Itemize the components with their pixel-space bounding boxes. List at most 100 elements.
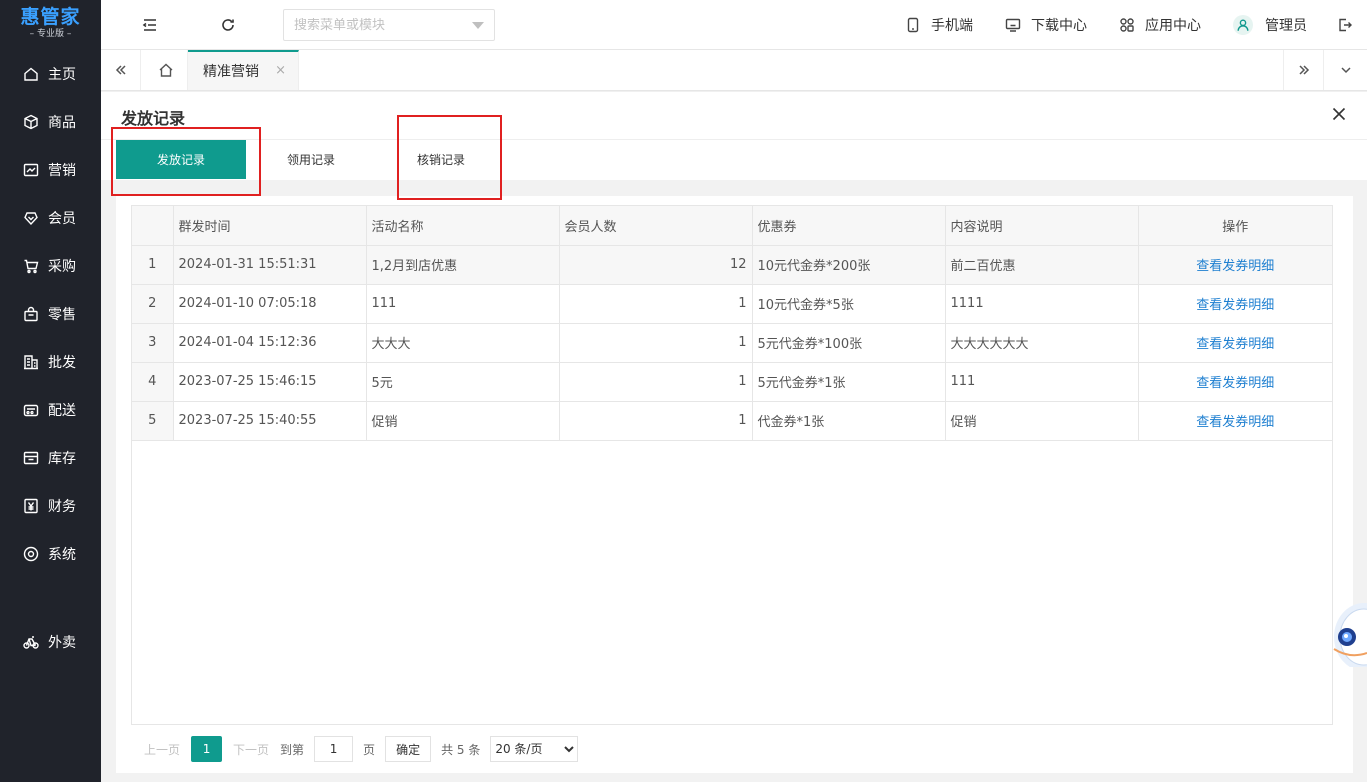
row-index: 2 xyxy=(132,284,174,324)
logo: 惠管家 – 专业版 – xyxy=(0,0,101,50)
total-count: 共 5 条 xyxy=(441,742,481,757)
row-index: 1 xyxy=(132,245,174,285)
row-action-cell: 查看发券明细 xyxy=(1138,362,1332,402)
row-activity: 大大大 xyxy=(366,323,560,363)
tab-close-icon[interactable]: × xyxy=(275,63,286,78)
row-index: 5 xyxy=(132,401,174,441)
issue-records-panel: 发放记录 发放记录 领用记录 核销记录 群发时间 活动名称 会员人数 优惠券 内… xyxy=(101,92,1367,782)
truck-icon xyxy=(23,402,39,418)
current-page[interactable]: 1 xyxy=(191,736,223,762)
sidebar-item-member[interactable]: 会员 xyxy=(0,194,101,242)
page-unit-label: 页 xyxy=(363,742,376,757)
phone-icon xyxy=(907,17,919,33)
sidebar-item-label: 主页 xyxy=(48,67,76,83)
tab-home[interactable] xyxy=(144,50,188,90)
menu-search[interactable] xyxy=(283,9,495,41)
menu-toggle-button[interactable] xyxy=(140,15,160,35)
tab-precision-marketing[interactable]: 精准营销 × xyxy=(188,50,299,90)
apps-grid-icon xyxy=(1120,18,1134,32)
row-action-cell: 查看发券明细 xyxy=(1138,284,1332,324)
sidebar-item-home[interactable]: 主页 xyxy=(0,50,101,98)
row-activity: 5元 xyxy=(366,362,560,402)
edition-label: – 专业版 – xyxy=(29,29,72,39)
row-description: 前二百优惠 xyxy=(945,245,1139,285)
double-chevron-right-icon xyxy=(1298,65,1309,75)
avatar xyxy=(1233,15,1253,35)
sidebar-item-system[interactable]: 系统 xyxy=(0,530,101,578)
page-number-input[interactable] xyxy=(314,736,354,762)
panel-header: 发放记录 xyxy=(101,92,1367,140)
user-menu[interactable]: 管理员 xyxy=(1233,15,1307,35)
chevron-down-icon[interactable] xyxy=(472,22,484,29)
tab-bar: 精准营销 × xyxy=(101,50,1367,91)
mobile-link[interactable]: 手机端 xyxy=(905,15,973,35)
settings-icon xyxy=(23,546,39,562)
table-row: 3 2024-01-04 15:12:36 大大大 1 5元代金券*100张 大… xyxy=(132,323,1332,363)
logo-text: 惠管家 xyxy=(20,6,81,28)
sidebar-item-delivery[interactable]: 配送 xyxy=(0,386,101,434)
menu-fold-icon xyxy=(142,19,156,31)
sidebar-spacer xyxy=(0,578,101,618)
home-icon xyxy=(159,63,172,77)
row-time: 2023-07-25 15:40:55 xyxy=(173,401,367,441)
confirm-page-button[interactable]: 确定 xyxy=(385,736,432,762)
refresh-button[interactable] xyxy=(218,15,238,35)
page-size-select[interactable]: 20 条/页 xyxy=(490,736,579,762)
next-page-button[interactable]: 下一页 xyxy=(233,741,269,758)
row-member-count: 1 xyxy=(559,284,753,324)
table-row: 5 2023-07-25 15:40:55 促销 1 代金券*1张 促销 查看发… xyxy=(132,401,1332,441)
row-coupon: 代金券*1张 xyxy=(752,401,946,441)
column-header-coupon: 优惠券 xyxy=(752,206,946,246)
view-issue-detail-link[interactable]: 查看发券明细 xyxy=(1196,259,1274,274)
row-index: 4 xyxy=(132,362,174,402)
pagination: 上一页 1 下一页 到第 页 确定 共 5 条 20 条/页 xyxy=(131,725,1333,773)
row-action-cell: 查看发券明细 xyxy=(1138,245,1332,285)
sidebar-item-takeout[interactable]: 外卖 xyxy=(0,618,101,666)
sidebar-item-label: 财务 xyxy=(48,499,76,515)
sidebar-item-label: 零售 xyxy=(48,307,76,323)
view-issue-detail-link[interactable]: 查看发券明细 xyxy=(1196,415,1274,430)
top-bar: 手机端 下载中心 应用中心 管理员 xyxy=(101,0,1367,50)
view-issue-detail-link[interactable]: 查看发券明细 xyxy=(1196,298,1274,313)
sidebar-item-label: 会员 xyxy=(48,211,76,227)
prev-page-button[interactable]: 上一页 xyxy=(144,741,180,758)
row-time: 2024-01-04 15:12:36 xyxy=(173,323,367,363)
sidebar-item-finance[interactable]: 财务 xyxy=(0,482,101,530)
cart-icon xyxy=(23,258,39,274)
home-icon xyxy=(23,66,39,82)
sidebar-item-label: 外卖 xyxy=(48,635,76,651)
view-issue-detail-link[interactable]: 查看发券明细 xyxy=(1196,376,1274,391)
sidebar-item-wholesale[interactable]: 批发 xyxy=(0,338,101,386)
assistant-robot-icon[interactable] xyxy=(1330,597,1367,671)
record-tabs: 发放记录 领用记录 核销记录 xyxy=(101,140,1367,180)
user-icon xyxy=(1237,19,1249,31)
download-center-link[interactable]: 下载中心 xyxy=(1005,15,1087,35)
search-input[interactable] xyxy=(294,17,464,33)
highlight-box-redeem-tab xyxy=(397,115,502,200)
logout-icon xyxy=(1339,18,1352,32)
panel-close-button[interactable] xyxy=(1331,106,1347,122)
row-coupon: 5元代金券*1张 xyxy=(752,362,946,402)
records-card: 群发时间 活动名称 会员人数 优惠券 内容说明 操作 1 2024-01-31 … xyxy=(116,196,1353,773)
sidebar-item-goods[interactable]: 商品 xyxy=(0,98,101,146)
sidebar-item-marketing[interactable]: 营销 xyxy=(0,146,101,194)
row-description: 1111 xyxy=(945,284,1139,324)
tabs-scroll-left-button[interactable] xyxy=(101,50,141,90)
top-bar-actions: 手机端 下载中心 应用中心 管理员 xyxy=(905,0,1367,50)
sidebar-item-retail[interactable]: 零售 xyxy=(0,290,101,338)
column-header-action: 操作 xyxy=(1138,206,1332,246)
tab-claim-records[interactable]: 领用记录 xyxy=(246,140,376,179)
tabs-menu-button[interactable] xyxy=(1323,50,1367,90)
tab-label: 精准营销 xyxy=(203,64,259,80)
app-center-link[interactable]: 应用中心 xyxy=(1119,15,1201,35)
row-index: 3 xyxy=(132,323,174,363)
tabs-scroll-right-button[interactable] xyxy=(1283,50,1323,90)
sidebar-item-label: 系统 xyxy=(48,547,76,563)
bag-icon xyxy=(23,306,39,322)
sidebar-item-purchase[interactable]: 采购 xyxy=(0,242,101,290)
mobile-label: 手机端 xyxy=(931,18,973,34)
logout-button[interactable] xyxy=(1335,17,1355,33)
sidebar-item-inventory[interactable]: 库存 xyxy=(0,434,101,482)
column-header-time: 群发时间 xyxy=(173,206,367,246)
view-issue-detail-link[interactable]: 查看发券明细 xyxy=(1196,337,1274,352)
